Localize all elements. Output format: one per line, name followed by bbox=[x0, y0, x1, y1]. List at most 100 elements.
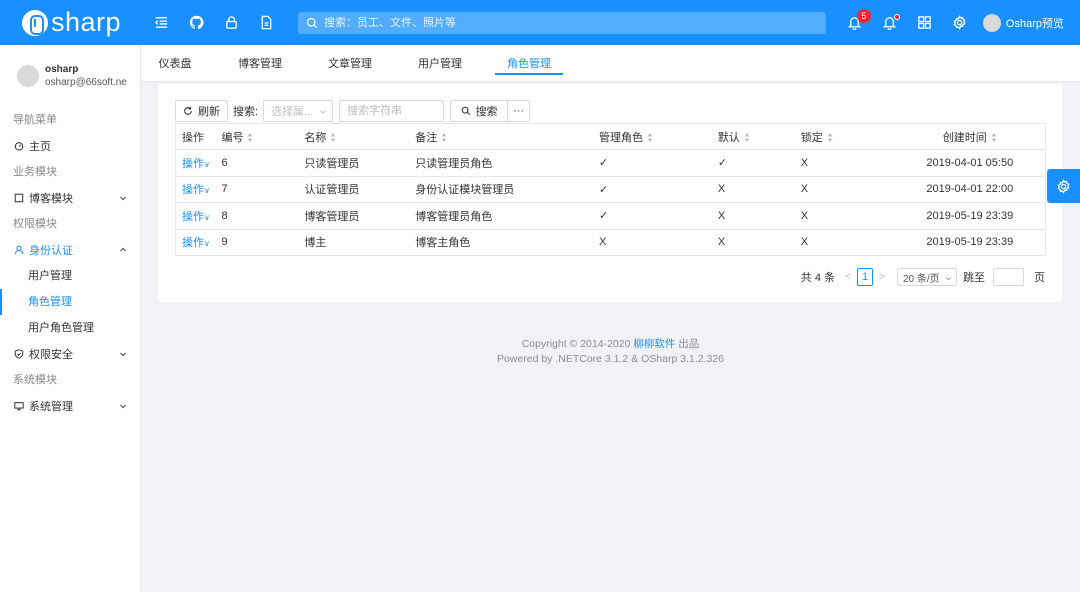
keyword-input[interactable] bbox=[339, 100, 445, 122]
sort-icon bbox=[991, 132, 997, 142]
col-header-name[interactable]: 名称 bbox=[304, 123, 416, 150]
cell-remark: 身份认证模块管理员 bbox=[415, 176, 599, 203]
company-link[interactable]: 柳柳软件 bbox=[633, 338, 675, 350]
search-label: 搜索: bbox=[233, 106, 259, 118]
search-input[interactable] bbox=[324, 17, 804, 29]
page-size-select[interactable]: 20 条/页 bbox=[897, 268, 957, 286]
sidebar-item-user-mgmt[interactable]: 用户管理 bbox=[0, 263, 140, 289]
cell-created: 2019-05-19 23:39 bbox=[894, 229, 1046, 256]
tab-article-mgmt[interactable]: 文章管理 bbox=[305, 44, 395, 81]
chevron-down-icon bbox=[120, 404, 126, 409]
notice-dot bbox=[893, 14, 900, 20]
sidebar-item-label: 主页 bbox=[29, 141, 51, 153]
sidebar-item-label: 权限安全 bbox=[29, 349, 73, 361]
jump-label: 跳至 bbox=[963, 272, 985, 284]
sidebar-user-name: osharp bbox=[45, 64, 79, 75]
prev-page-icon[interactable]: < bbox=[841, 271, 855, 283]
reuse-tabs: 仪表盘 博客管理 文章管理 用户管理 角色管理 bbox=[141, 45, 1080, 82]
col-header-default[interactable]: 默认 bbox=[717, 123, 801, 150]
cross-icon: X bbox=[599, 229, 718, 256]
sidebar-item-home[interactable]: 主页 bbox=[0, 133, 140, 159]
table-row: 操作∨ 8 博客管理员 博客管理员角色 ✓ X X 2019-05-19 23:… bbox=[175, 202, 1046, 230]
refresh-button[interactable]: 刷新 bbox=[175, 100, 228, 122]
shield-icon bbox=[13, 348, 25, 360]
sort-icon bbox=[441, 132, 447, 142]
gear-icon[interactable] bbox=[942, 0, 977, 45]
sidebar-user-card[interactable]: osharp osharp@66soft.ne bbox=[0, 45, 140, 107]
field-select-placeholder: 选择属... bbox=[271, 106, 314, 118]
menu-group-nav: 导航菜单 bbox=[13, 114, 57, 126]
sidebar: osharp osharp@66soft.ne 导航菜单 主页 业务模块 博客模… bbox=[0, 45, 141, 592]
notice-button[interactable] bbox=[872, 0, 907, 45]
sidebar-item-role-mgmt[interactable]: 角色管理 bbox=[0, 289, 140, 315]
cell-created: 2019-04-01 05:50 bbox=[894, 149, 1046, 177]
search-button-label: 搜索 bbox=[475, 106, 498, 118]
cell-name: 认证管理员 bbox=[304, 176, 416, 203]
cross-icon: X bbox=[800, 229, 895, 256]
user-icon bbox=[13, 244, 25, 256]
tab-user-mgmt[interactable]: 用户管理 bbox=[395, 44, 485, 81]
table-row: 操作∨ 7 认证管理员 身份认证模块管理员 ✓ X X 2019-04-01 2… bbox=[175, 176, 1046, 203]
col-header-remark[interactable]: 备注 bbox=[415, 123, 599, 150]
row-action-dropdown[interactable]: 操作∨ bbox=[182, 184, 210, 196]
role-table: 操作 编号 名称 备注 管理角色 默认 锁定 创建时间 操作∨ 6 只读管理员 … bbox=[175, 123, 1046, 256]
sidebar-item-label: 身份认证 bbox=[29, 245, 73, 257]
table-row: 操作∨ 6 只读管理员 只读管理员角色 ✓ ✓ X 2019-04-01 05:… bbox=[175, 149, 1046, 177]
github-icon[interactable] bbox=[179, 0, 214, 45]
sort-icon bbox=[827, 132, 833, 142]
top-header: sharp 5 Osharp预览 bbox=[0, 0, 1080, 45]
role-list-card: 刷新 搜索: 选择属... 搜索 ··· 操作 编号 名称 备注 管理角色 默认… bbox=[158, 84, 1062, 302]
refresh-label: 刷新 bbox=[198, 106, 220, 118]
sort-icon bbox=[330, 132, 336, 142]
cross-icon: X bbox=[717, 176, 801, 203]
cell-name: 博主 bbox=[304, 229, 416, 256]
cross-icon: X bbox=[800, 202, 895, 230]
settings-drawer-button[interactable] bbox=[1047, 169, 1080, 203]
cell-id: 9 bbox=[221, 229, 305, 256]
sort-icon bbox=[247, 132, 253, 142]
field-select[interactable]: 选择属... bbox=[263, 100, 334, 122]
cross-icon: X bbox=[800, 176, 895, 203]
sidebar-item-identity[interactable]: 身份认证 bbox=[0, 237, 140, 263]
cell-remark: 博客管理员角色 bbox=[415, 202, 599, 230]
apps-icon[interactable] bbox=[907, 0, 942, 45]
sidebar-item-blog[interactable]: 博客模块 bbox=[0, 185, 140, 211]
row-action-dropdown[interactable]: 操作∨ bbox=[182, 158, 210, 170]
tab-blog-mgmt[interactable]: 博客管理 bbox=[215, 44, 305, 81]
sidebar-item-system[interactable]: 系统管理 bbox=[0, 393, 140, 419]
check-icon: ✓ bbox=[599, 202, 718, 230]
tab-role-mgmt[interactable]: 角色管理 bbox=[495, 44, 563, 81]
row-action-dropdown[interactable]: 操作∨ bbox=[182, 211, 210, 223]
col-header-created[interactable]: 创建时间 bbox=[894, 123, 1046, 150]
copyright-line: Copyright © 2014-2020 柳柳软件 出品 bbox=[521, 338, 700, 350]
sidebar-item-security[interactable]: 权限安全 bbox=[0, 341, 140, 367]
chevron-down-icon bbox=[120, 352, 126, 357]
search-button[interactable]: 搜索 bbox=[450, 100, 509, 122]
row-action-dropdown[interactable]: 操作∨ bbox=[182, 237, 210, 249]
tab-dashboard[interactable]: 仪表盘 bbox=[141, 44, 209, 81]
sidebar-item-user-role-mgmt[interactable]: 用户角色管理 bbox=[0, 315, 140, 341]
page-number-current[interactable]: 1 bbox=[857, 268, 873, 286]
col-header-locked[interactable]: 锁定 bbox=[800, 123, 895, 150]
cross-icon: X bbox=[717, 229, 801, 256]
brand-logo[interactable]: sharp bbox=[0, 0, 140, 45]
notification-badge: 5 bbox=[856, 9, 871, 23]
page-size-value: 20 条/页 bbox=[903, 273, 940, 285]
avatar bbox=[982, 13, 1001, 32]
lock-icon[interactable] bbox=[214, 0, 249, 45]
table-toolbar: 刷新 搜索: 选择属... 搜索 ··· bbox=[175, 100, 531, 122]
col-header-id[interactable]: 编号 bbox=[221, 123, 305, 150]
next-page-icon[interactable]: > bbox=[875, 271, 889, 283]
chevron-down-icon bbox=[120, 196, 126, 201]
document-icon[interactable] bbox=[249, 0, 284, 45]
menu-fold-icon[interactable] bbox=[144, 0, 179, 45]
col-header-admin[interactable]: 管理角色 bbox=[599, 123, 718, 150]
desktop-icon bbox=[13, 400, 25, 412]
menu-group-permission: 权限模块 bbox=[13, 218, 57, 230]
notification-bell[interactable]: 5 bbox=[837, 0, 872, 45]
header-user-name: Osharp预览 bbox=[1005, 17, 1064, 30]
user-menu[interactable]: Osharp预览 bbox=[977, 0, 1080, 45]
global-search[interactable] bbox=[298, 12, 826, 34]
jump-page-input[interactable] bbox=[993, 268, 1024, 286]
more-button[interactable]: ··· bbox=[508, 100, 531, 122]
